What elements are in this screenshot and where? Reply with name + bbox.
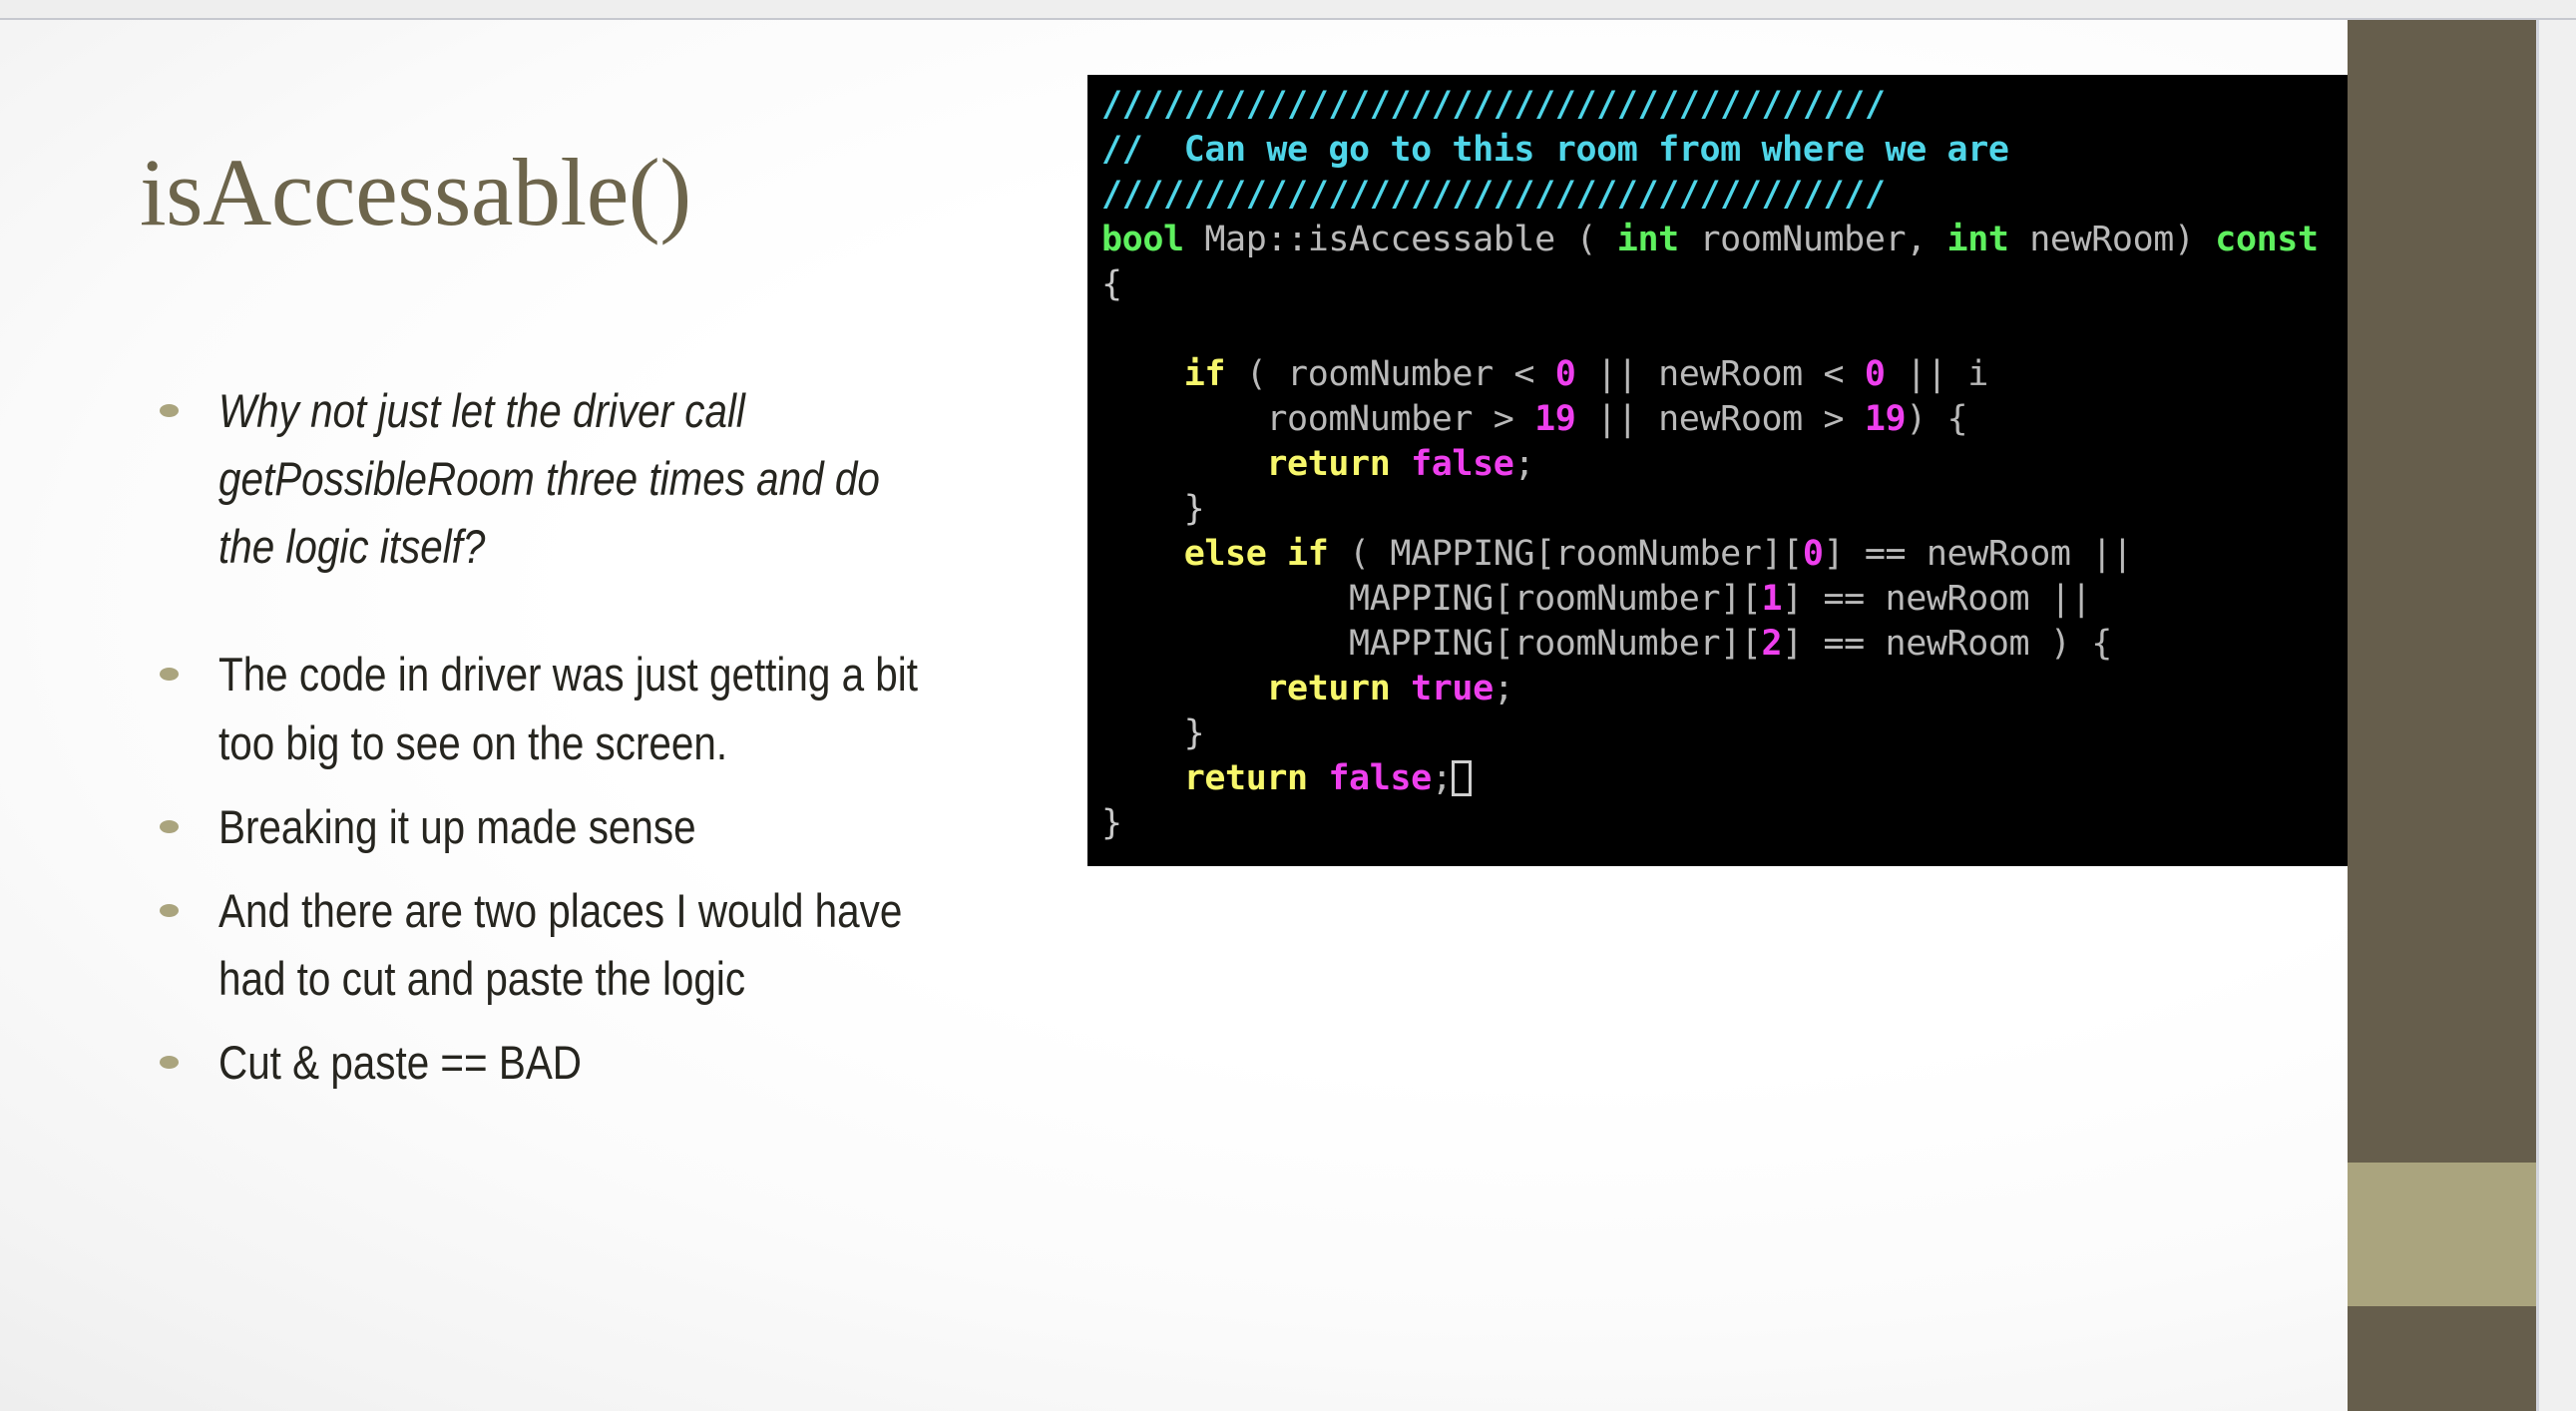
code-token-plain: roomNumber,	[1678, 220, 1947, 259]
code-token-plain: ] == newRoom ||	[1823, 534, 2133, 574]
bullet-dot-icon	[160, 819, 179, 833]
code-token-type: int	[1946, 220, 2009, 259]
code-line: return true;	[1101, 669, 1513, 708]
viewer-top-strip	[0, 0, 2576, 20]
code-token-plain: ;	[1431, 758, 1453, 798]
code-token-plain: ;	[1493, 669, 1514, 708]
code-token-punct: }	[1101, 803, 1122, 843]
code-token-plain: newRoom)	[2008, 220, 2216, 259]
code-line: {	[1101, 264, 1122, 304]
code-token-plain: Map::isAccessable (	[1183, 220, 1617, 259]
bullet-dot-icon	[160, 668, 179, 682]
code-token-lit: 1	[1761, 579, 1783, 619]
code-token-plain: MAPPING[roomNumber][	[1101, 624, 1762, 664]
code-token-lit: true	[1411, 669, 1494, 708]
list-item: Why not just let the driver call getPoss…	[160, 377, 1038, 581]
list-item-label: The code in driver was just getting a bi…	[218, 648, 918, 769]
bullet-dot-icon	[160, 903, 179, 917]
code-line: if ( roomNumber < 0 || newRoom < 0 || i	[1101, 354, 1989, 394]
code-token-punct: }	[1101, 713, 1205, 753]
code-token-plain: ( roomNumber <	[1225, 354, 1555, 394]
code-token-lit: 19	[1864, 399, 1907, 439]
code-token-plain: ] == newRoom ||	[1782, 579, 2092, 619]
code-line: //////////////////////////////////////	[1101, 85, 1886, 125]
code-line: return false;	[1101, 444, 1534, 484]
list-item-label: And there are two places I would have ha…	[218, 883, 903, 1005]
code-token-kw: else if	[1183, 534, 1329, 574]
code-line: //////////////////////////////////////	[1101, 175, 1886, 215]
code-line: MAPPING[roomNumber][1] == newRoom ||	[1101, 579, 2092, 619]
slide-right-edge	[2536, 20, 2539, 1411]
bullet-list: Why not just let the driver call getPoss…	[160, 377, 1038, 1113]
code-token-kw: return	[1266, 669, 1391, 708]
code-token-plain: || newRoom <	[1575, 354, 1865, 394]
presentation-viewer: isAccessable() Why not just let the driv…	[0, 0, 2576, 1411]
code-token-punct: }	[1101, 489, 1205, 529]
code-line: }	[1101, 803, 1122, 843]
slide-canvas: isAccessable() Why not just let the driv…	[0, 20, 2539, 1411]
list-item: The code in driver was just getting a bi…	[160, 641, 1038, 776]
code-token-punct: {	[1101, 264, 1122, 304]
list-item-label: Why not just let the driver call getPoss…	[218, 384, 880, 574]
bullet-dot-icon	[160, 404, 179, 417]
list-item-label: Breaking it up made sense	[218, 799, 696, 853]
code-line: bool Map::isAccessable ( int roomNumber,…	[1101, 220, 2319, 259]
code-line: roomNumber > 19 || newRoom > 19) {	[1101, 399, 1967, 439]
bullet-dot-icon	[160, 1056, 179, 1070]
code-token-lit: false	[1411, 444, 1514, 484]
code-line: }	[1101, 713, 1205, 753]
list-item: Breaking it up made sense	[160, 793, 1038, 861]
code-line: MAPPING[roomNumber][2] == newRoom ) {	[1101, 624, 2112, 664]
code-token-type: int	[1616, 220, 1679, 259]
code-line: }	[1101, 489, 1205, 529]
code-token-comment: // Can we go to this room from where we …	[1101, 130, 2009, 170]
code-token-lit: 19	[1534, 399, 1576, 439]
code-token-comment: //////////////////////////////////////	[1101, 85, 1886, 125]
page-title: isAccessable()	[140, 139, 691, 245]
code-token-plain: ) {	[1906, 399, 1968, 439]
code-block: ////////////////////////////////////// /…	[1087, 75, 2525, 846]
code-token-plain: MAPPING[roomNumber][	[1101, 579, 1762, 619]
code-token-type: bool	[1101, 220, 1184, 259]
code-token-lit: 0	[1554, 354, 1576, 394]
code-screenshot: ////////////////////////////////////// /…	[1087, 75, 2525, 866]
code-token-plain: roomNumber >	[1101, 399, 1535, 439]
code-token-kw: return	[1266, 444, 1391, 484]
list-item: Cut & paste == BAD	[160, 1029, 1038, 1097]
code-token-lit: 2	[1761, 624, 1783, 664]
text-cursor-icon	[1452, 760, 1473, 796]
code-token-plain: || newRoom >	[1575, 399, 1865, 439]
code-token-kw: return	[1183, 758, 1308, 798]
code-token-plain: || i	[1885, 354, 1988, 394]
code-token-lit: 0	[1802, 534, 1824, 574]
decorative-accent-band	[2348, 1163, 2536, 1306]
list-item-label: Cut & paste == BAD	[218, 1036, 582, 1090]
code-token-lit: false	[1328, 758, 1432, 798]
list-item: And there are two places I would have ha…	[160, 877, 1038, 1013]
code-token-plain: ;	[1513, 444, 1535, 484]
code-token-lit: 0	[1864, 354, 1886, 394]
code-token-type: const	[2215, 220, 2319, 259]
code-token-comment: //////////////////////////////////////	[1101, 175, 1886, 215]
code-line: return false;	[1101, 758, 1473, 798]
code-line: else if ( MAPPING[roomNumber][0] == newR…	[1101, 534, 2133, 574]
code-line: // Can we go to this room from where we …	[1101, 130, 2009, 170]
code-token-plain: ( MAPPING[roomNumber][	[1328, 534, 1803, 574]
code-token-kw: if	[1183, 354, 1226, 394]
code-token-plain: ] == newRoom ) {	[1782, 624, 2112, 664]
